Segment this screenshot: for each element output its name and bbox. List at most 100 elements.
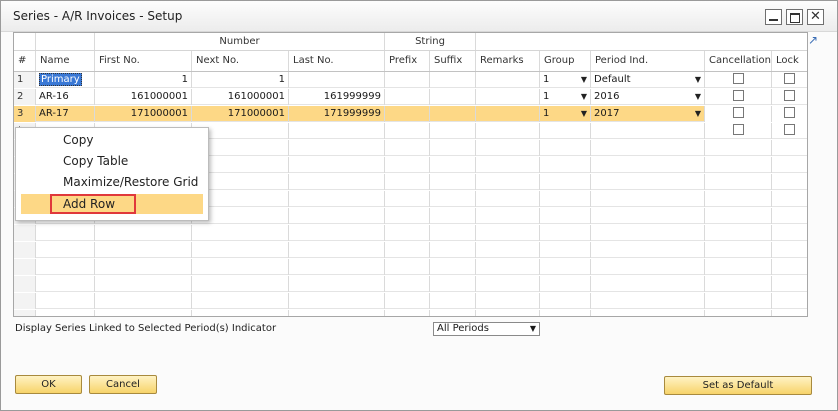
- first-no-cell[interactable]: 1: [95, 72, 192, 88]
- menu-item-add-row[interactable]: Add Row: [21, 194, 203, 214]
- empty-cell[interactable]: [14, 225, 36, 241]
- empty-cell[interactable]: [591, 123, 705, 139]
- empty-cell[interactable]: [289, 208, 385, 224]
- lock-checkbox[interactable]: [784, 73, 795, 84]
- next-no-cell[interactable]: 171000001: [192, 106, 289, 122]
- empty-cell[interactable]: [430, 225, 476, 241]
- maximize-icon[interactable]: [786, 9, 803, 25]
- empty-cell[interactable]: [540, 310, 591, 316]
- empty-cell[interactable]: [430, 157, 476, 173]
- empty-cell[interactable]: [705, 140, 772, 156]
- chevron-down-icon[interactable]: ▼: [530, 323, 536, 335]
- empty-row[interactable]: [14, 242, 807, 258]
- empty-cell[interactable]: [772, 191, 807, 207]
- empty-row[interactable]: [14, 225, 807, 241]
- col-header-cancellation[interactable]: Cancellation: [705, 51, 772, 71]
- dropdown-arrow-icon[interactable]: ▼: [581, 89, 587, 104]
- next-no-cell[interactable]: 1: [192, 72, 289, 88]
- empty-cell[interactable]: [476, 310, 540, 316]
- next-no-cell[interactable]: 161000001: [192, 89, 289, 105]
- menu-item-maximize-restore-grid[interactable]: Maximize/Restore Grid: [21, 172, 203, 192]
- period-filter-select[interactable]: All Periods ▼: [433, 322, 540, 336]
- empty-cell[interactable]: [430, 259, 476, 275]
- empty-cell[interactable]: [14, 259, 36, 275]
- empty-cell[interactable]: [476, 259, 540, 275]
- empty-cell[interactable]: [591, 242, 705, 258]
- empty-cell[interactable]: [430, 276, 476, 292]
- dropdown-arrow-icon[interactable]: ▼: [695, 72, 701, 87]
- dropdown-arrow-icon[interactable]: ▼: [695, 89, 701, 104]
- empty-cell[interactable]: [385, 157, 430, 173]
- empty-cell[interactable]: [591, 140, 705, 156]
- empty-cell[interactable]: [192, 225, 289, 241]
- period-ind-dropdown[interactable]: 2016 ▼: [591, 89, 705, 105]
- name-cell[interactable]: AR-17: [36, 106, 95, 122]
- empty-cell[interactable]: [430, 140, 476, 156]
- col-header-last-no[interactable]: Last No.: [289, 51, 385, 71]
- empty-cell[interactable]: [540, 225, 591, 241]
- empty-cell[interactable]: [540, 259, 591, 275]
- empty-row[interactable]: [14, 276, 807, 292]
- empty-cell[interactable]: [705, 157, 772, 173]
- empty-cell[interactable]: [772, 259, 807, 275]
- empty-cell[interactable]: [430, 123, 476, 139]
- empty-cell[interactable]: [95, 310, 192, 316]
- col-header-remarks[interactable]: Remarks: [476, 51, 540, 71]
- empty-cell[interactable]: [540, 174, 591, 190]
- empty-cell[interactable]: [772, 242, 807, 258]
- period-ind-dropdown[interactable]: Default ▼: [591, 72, 705, 88]
- cancellation-checkbox[interactable]: [733, 90, 744, 101]
- empty-cell[interactable]: [705, 276, 772, 292]
- empty-cell[interactable]: [430, 310, 476, 316]
- empty-cell[interactable]: [36, 259, 95, 275]
- col-header-name[interactable]: Name: [36, 51, 95, 71]
- empty-cell[interactable]: [289, 259, 385, 275]
- empty-cell[interactable]: [192, 276, 289, 292]
- empty-cell[interactable]: [289, 242, 385, 258]
- suffix-cell[interactable]: [430, 89, 476, 105]
- lock-checkbox[interactable]: [784, 90, 795, 101]
- empty-cell[interactable]: [36, 242, 95, 258]
- group-dropdown[interactable]: 1 ▼: [540, 89, 591, 105]
- empty-cell[interactable]: [95, 293, 192, 309]
- name-cell[interactable]: Primary: [36, 72, 95, 88]
- empty-cell[interactable]: [772, 157, 807, 173]
- prefix-cell[interactable]: [385, 106, 430, 122]
- empty-cell[interactable]: [772, 208, 807, 224]
- empty-cell[interactable]: [705, 242, 772, 258]
- empty-cell[interactable]: [772, 293, 807, 309]
- empty-cell[interactable]: [430, 191, 476, 207]
- empty-cell[interactable]: [192, 259, 289, 275]
- last-no-cell[interactable]: 161999999: [289, 89, 385, 105]
- empty-cell[interactable]: [476, 276, 540, 292]
- col-header-next-no[interactable]: Next No.: [192, 51, 289, 71]
- table-row-selected[interactable]: 3 AR-17 171000001 171000001 171999999 1 ▼…: [14, 106, 807, 122]
- empty-cell[interactable]: [476, 225, 540, 241]
- empty-cell[interactable]: [591, 191, 705, 207]
- empty-cell[interactable]: [385, 242, 430, 258]
- empty-cell[interactable]: [385, 140, 430, 156]
- empty-cell[interactable]: [385, 276, 430, 292]
- empty-cell[interactable]: [705, 310, 772, 316]
- empty-cell[interactable]: [591, 225, 705, 241]
- remarks-cell[interactable]: [476, 106, 540, 122]
- cancellation-checkbox[interactable]: [733, 124, 744, 135]
- empty-cell[interactable]: [385, 293, 430, 309]
- last-no-cell[interactable]: [289, 72, 385, 88]
- empty-cell[interactable]: [591, 293, 705, 309]
- col-header-lock[interactable]: Lock: [772, 51, 807, 71]
- empty-cell[interactable]: [14, 293, 36, 309]
- empty-cell[interactable]: [95, 276, 192, 292]
- prefix-cell[interactable]: [385, 72, 430, 88]
- empty-cell[interactable]: [192, 242, 289, 258]
- empty-cell[interactable]: [289, 225, 385, 241]
- lock-checkbox[interactable]: [784, 124, 795, 135]
- empty-cell[interactable]: [36, 225, 95, 241]
- empty-cell[interactable]: [14, 276, 36, 292]
- empty-cell[interactable]: [540, 276, 591, 292]
- empty-cell[interactable]: [192, 293, 289, 309]
- table-row[interactable]: 1 Primary 1 1 1 ▼ Default ▼: [14, 72, 807, 88]
- empty-cell[interactable]: [289, 310, 385, 316]
- empty-cell[interactable]: [95, 225, 192, 241]
- empty-cell[interactable]: [705, 208, 772, 224]
